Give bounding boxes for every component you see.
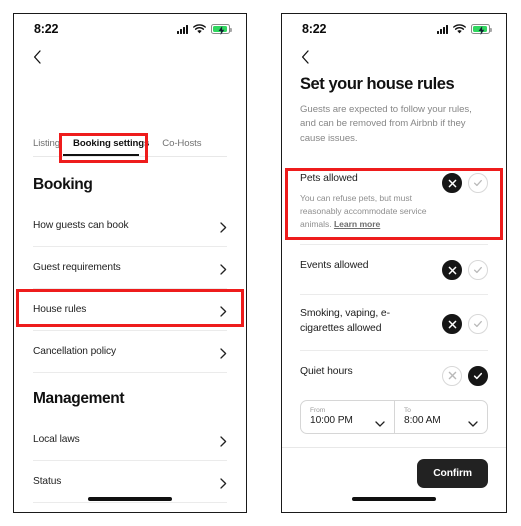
section-title-booking: Booking xyxy=(33,176,93,193)
rules-list: Pets allowed You can refuse pets, but mu… xyxy=(282,160,506,434)
status-bar-time: 8:22 xyxy=(34,22,59,36)
battery-charging-icon xyxy=(471,24,492,35)
from-label: From xyxy=(310,407,326,415)
list-item-guest-requirements[interactable]: Guest requirements xyxy=(14,247,246,288)
chevron-left-icon[interactable] xyxy=(301,50,310,64)
active-tab-indicator xyxy=(63,154,139,156)
screenshot-canvas: 8:22 Listing Booking settings Co-Hosts B… xyxy=(0,0,521,526)
status-bar-icons xyxy=(437,24,492,35)
toggle-no-pets[interactable] xyxy=(442,173,462,194)
quiet-hours-time-range: From 10:00 PM To 8:00 AM xyxy=(300,399,488,434)
rule-text-block: Smoking, vaping, e-cigarettes allowed xyxy=(300,307,434,337)
tab-co-hosts[interactable]: Co-Hosts xyxy=(162,138,201,156)
list-item-status[interactable]: Status xyxy=(14,461,246,502)
list-item-house-rules[interactable]: House rules xyxy=(14,289,246,330)
rule-toggle-group xyxy=(442,259,488,281)
back-bar-left xyxy=(14,44,246,70)
list-item-how-guests-can-book[interactable]: How guests can book xyxy=(14,205,246,246)
list-item-label: Status xyxy=(33,476,62,487)
tab-bar: Listing Booking settings Co-Hosts xyxy=(14,130,246,156)
back-bar-right xyxy=(282,44,506,70)
rule-description-text-2: animals. xyxy=(300,219,334,230)
chevron-right-icon xyxy=(220,262,227,275)
toggle-yes-smoking[interactable] xyxy=(468,314,488,335)
list-item-label: How guests can book xyxy=(33,220,129,231)
learn-more-link[interactable]: Learn more xyxy=(334,219,380,229)
chevron-right-icon xyxy=(220,346,227,359)
wifi-icon xyxy=(193,24,206,34)
rule-description-text: You can refuse pets, but must reasonably… xyxy=(300,193,427,217)
list-item-local-laws[interactable]: Local laws xyxy=(14,419,246,460)
rule-title: Events allowed xyxy=(300,260,369,272)
footer-bar: Confirm xyxy=(282,448,506,488)
rule-text-block: Events allowed xyxy=(300,259,434,274)
toggle-no-events[interactable] xyxy=(442,260,462,281)
to-label: To xyxy=(404,407,411,415)
chevron-right-icon xyxy=(220,304,227,317)
rule-pets-allowed: Pets allowed You can refuse pets, but mu… xyxy=(300,160,488,244)
rule-toggle-group xyxy=(442,307,488,335)
rule-text-block: Quiet hours xyxy=(300,365,434,380)
chevron-down-icon xyxy=(375,414,385,427)
quiet-hours-to-select[interactable]: To 8:00 AM xyxy=(394,400,487,433)
quiet-hours-from-select[interactable]: From 10:00 PM xyxy=(301,401,394,433)
chevron-right-icon xyxy=(220,434,227,447)
rule-events-allowed: Events allowed xyxy=(300,245,488,294)
section-title-management: Management xyxy=(33,390,125,407)
rule-smoking-allowed: Smoking, vaping, e-cigarettes allowed xyxy=(300,295,488,350)
status-bar-left: 8:22 xyxy=(14,14,246,44)
phone-screen-booking-settings: 8:22 Listing Booking settings Co-Hosts B… xyxy=(13,13,247,513)
chevron-left-icon[interactable] xyxy=(33,50,42,64)
status-bar-time: 8:22 xyxy=(302,22,327,36)
battery-charging-icon xyxy=(211,24,232,35)
list-item-label: Guest requirements xyxy=(33,262,121,273)
toggle-yes-quiet-hours[interactable] xyxy=(468,365,488,386)
page-title: Set your house rules xyxy=(300,75,455,93)
chevron-right-icon xyxy=(220,476,227,489)
status-bar-right: 8:22 xyxy=(282,14,506,44)
chevron-down-icon xyxy=(468,414,478,427)
toggle-yes-pets[interactable] xyxy=(468,173,488,194)
list-item-label: House rules xyxy=(33,304,87,315)
rule-quiet-hours: Quiet hours xyxy=(300,351,488,396)
home-indicator xyxy=(88,497,172,501)
toggle-yes-events[interactable] xyxy=(468,260,488,281)
from-value: 10:00 PM xyxy=(310,415,353,427)
list-divider xyxy=(33,502,227,503)
rule-text-block: Pets allowed You can refuse pets, but mu… xyxy=(300,172,434,231)
to-value: 8:00 AM xyxy=(404,415,441,427)
rule-title: Quiet hours xyxy=(300,365,353,377)
chevron-right-icon xyxy=(220,220,227,233)
toggle-no-smoking[interactable] xyxy=(442,314,462,335)
rule-title: Smoking, vaping, e-cigarettes allowed xyxy=(300,308,390,335)
rule-title: Pets allowed xyxy=(300,173,358,185)
page-subtitle: Guests are expected to follow your rules… xyxy=(300,103,472,144)
header-spacer xyxy=(14,70,246,130)
cellular-signal-icon xyxy=(177,24,188,34)
status-bar-icons xyxy=(177,24,232,35)
rule-toggle-group xyxy=(442,172,488,194)
tab-listing[interactable]: Listing xyxy=(33,138,60,156)
cellular-signal-icon xyxy=(437,24,448,34)
rule-toggle-group xyxy=(442,365,488,386)
list-item-cancellation-policy[interactable]: Cancellation policy xyxy=(14,331,246,372)
list-item-label: Cancellation policy xyxy=(33,346,117,357)
home-indicator xyxy=(352,497,436,501)
phone-screen-house-rules: 8:22 Set your house rules Guests are exp… xyxy=(281,13,507,513)
confirm-button[interactable]: Confirm xyxy=(417,458,488,488)
wifi-icon xyxy=(453,24,466,34)
toggle-no-quiet-hours[interactable] xyxy=(442,365,462,386)
rule-description: You can refuse pets, but must reasonably… xyxy=(300,192,434,231)
list-item-label: Local laws xyxy=(33,434,80,445)
